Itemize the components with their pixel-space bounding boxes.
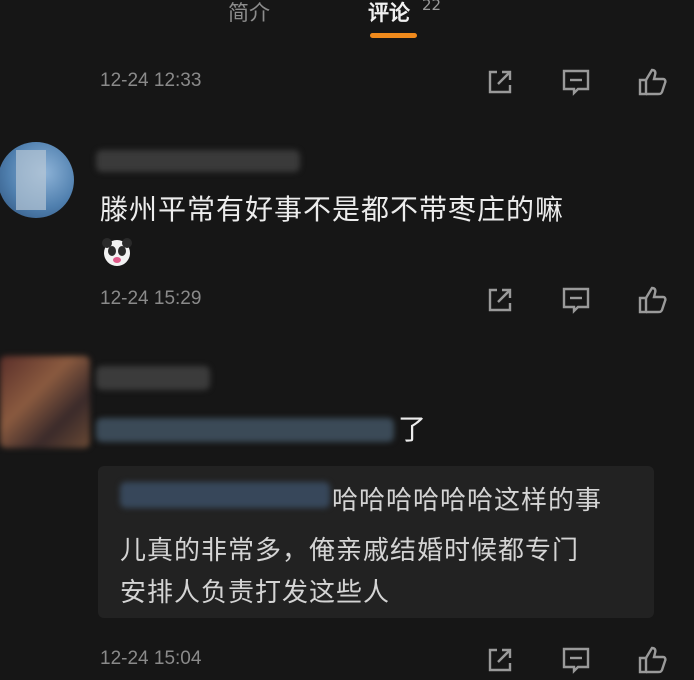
like-icon[interactable] <box>636 644 668 676</box>
comment-timestamp: 12-24 15:29 <box>100 288 202 309</box>
comment-timestamp: 12-24 12:33 <box>100 70 202 91</box>
avatar[interactable] <box>0 356 90 448</box>
avatar[interactable] <box>0 142 74 218</box>
tab-comments[interactable]: 评论 <box>368 0 410 26</box>
share-icon[interactable] <box>484 284 516 316</box>
reply-text-line3: 安排人负责打发这些人 <box>120 578 391 608</box>
reply-icon[interactable] <box>560 284 592 316</box>
tab-intro[interactable]: 简介 <box>228 0 270 26</box>
share-icon[interactable] <box>484 66 516 98</box>
reply-icon[interactable] <box>560 644 592 676</box>
active-tab-indicator <box>370 33 417 38</box>
username-redacted[interactable] <box>96 150 300 172</box>
comment-timestamp: 12-24 15:04 <box>100 648 202 669</box>
share-icon[interactable] <box>484 644 516 676</box>
comment-text: 滕州平常有好事不是都不带枣庄的嘛 <box>100 193 565 226</box>
comment-text-redacted <box>96 418 394 442</box>
username-redacted[interactable] <box>96 366 210 390</box>
reply-text-line1: 哈哈哈哈哈哈这样的事 <box>332 486 603 516</box>
panda-sticker-icon <box>100 236 134 268</box>
comment-text-tail: 了 <box>398 413 428 446</box>
comments-count-badge: 22 <box>422 0 442 14</box>
reply-text-line2: 儿真的非常多，俺亲戚结婚时候都专门 <box>120 536 580 566</box>
like-icon[interactable] <box>636 66 668 98</box>
reply-author-redacted[interactable] <box>120 482 330 508</box>
reply-icon[interactable] <box>560 66 592 98</box>
like-icon[interactable] <box>636 284 668 316</box>
